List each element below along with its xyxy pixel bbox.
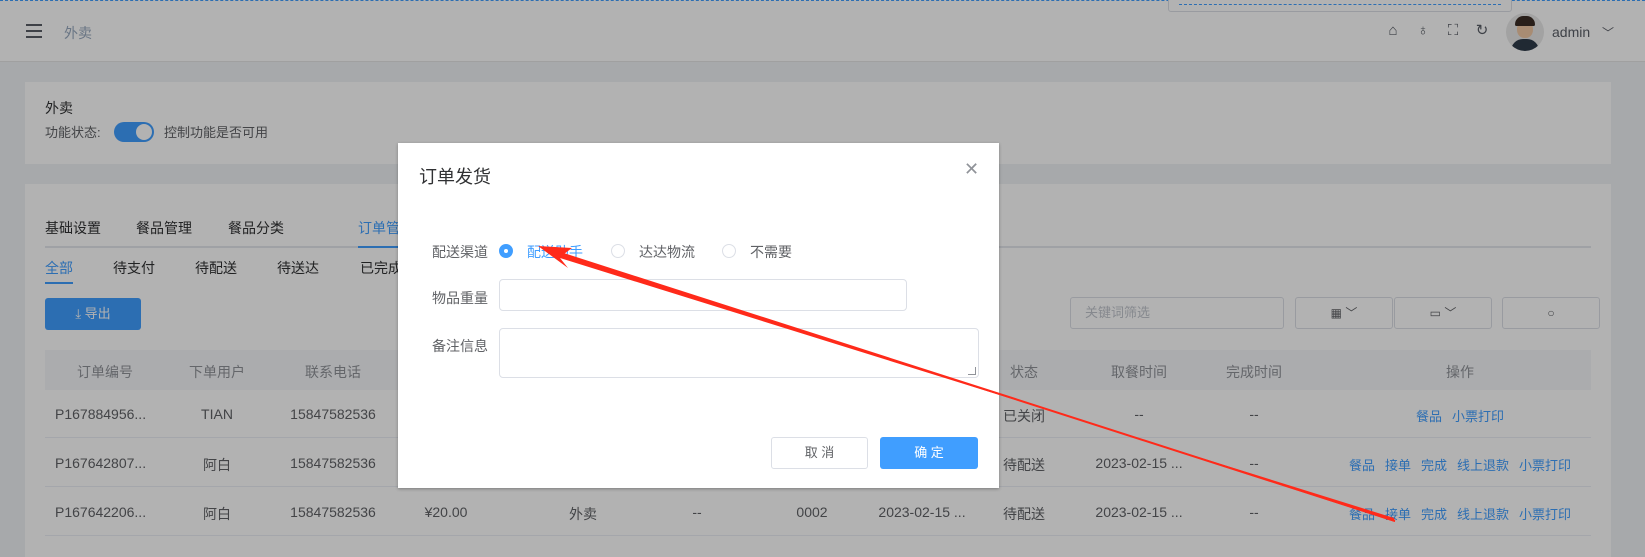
close-icon[interactable]: ✕ <box>964 159 979 180</box>
dialog-title: 订单发货 <box>419 167 491 187</box>
channel-label: 配送渠道 <box>432 244 488 260</box>
radio-dot <box>722 244 736 258</box>
cancel-button[interactable]: 取 消 <box>771 437 868 469</box>
remark-textarea[interactable] <box>499 328 979 378</box>
radio-label: 不需要 <box>750 244 792 260</box>
resize-grip-icon[interactable] <box>968 367 976 375</box>
weight-input[interactable] <box>499 279 907 311</box>
radio-dot <box>611 244 625 258</box>
remark-label: 备注信息 <box>432 338 488 354</box>
confirm-button[interactable]: 确 定 <box>880 437 978 469</box>
radio-label: 达达物流 <box>639 244 695 260</box>
ship-order-dialog: 订单发货 ✕ 配送渠道 配送助手 达达物流 不需要 物品重量 备注信息 取 消 … <box>398 143 999 488</box>
weight-label: 物品重量 <box>432 290 488 306</box>
radio-dot <box>499 244 513 258</box>
radio-label: 配送助手 <box>527 244 583 260</box>
